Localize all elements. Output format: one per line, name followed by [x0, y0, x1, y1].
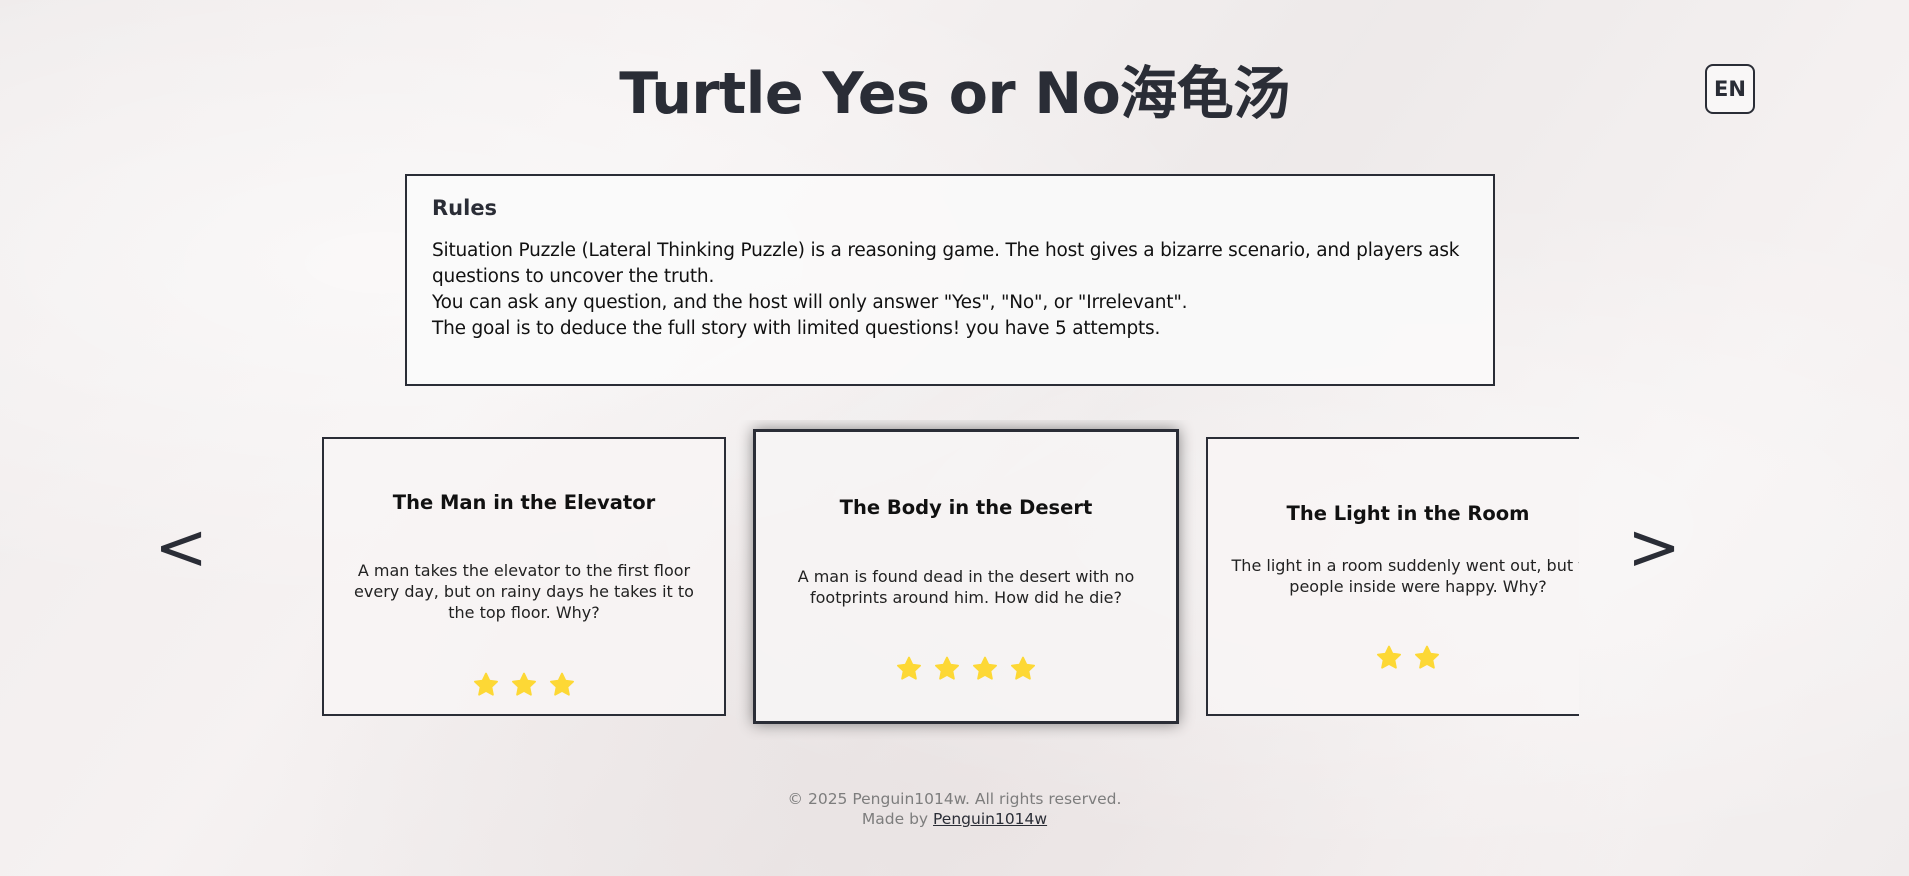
- rules-line: Situation Puzzle (Lateral Thinking Puzzl…: [432, 240, 1460, 287]
- puzzle-card-active[interactable]: The Body in the Desert A man is found de…: [753, 429, 1179, 724]
- puzzle-card[interactable]: The Light in the Room The light in a roo…: [1206, 437, 1579, 716]
- difficulty-stars: [324, 671, 724, 699]
- puzzle-carousel: The Man in the Elevator A man takes the …: [300, 420, 1579, 740]
- difficulty-stars: [1208, 644, 1579, 672]
- star-icon: [473, 672, 499, 696]
- puzzle-card[interactable]: The Man in the Elevator A man takes the …: [322, 437, 726, 716]
- star-icon: [1376, 645, 1402, 669]
- card-description: The light in a room suddenly went out, b…: [1231, 556, 1579, 596]
- rules-line: The goal is to deduce the full story wit…: [432, 318, 1161, 339]
- card-title: The Light in the Room: [1286, 502, 1530, 525]
- star-icon: [549, 672, 575, 696]
- star-icon: [896, 656, 922, 680]
- card-description: A man is found dead in the desert with n…: [797, 567, 1135, 607]
- copyright-text: © 2025 Penguin1014w. All rights reserved…: [787, 790, 1122, 808]
- star-icon: [972, 656, 998, 680]
- card-title: The Body in the Desert: [839, 496, 1093, 519]
- star-icon: [1010, 656, 1036, 680]
- page-title: Turtle Yes or No海龟汤: [619, 61, 1290, 127]
- card-title: The Man in the Elevator: [392, 491, 656, 514]
- difficulty-stars: [756, 655, 1176, 683]
- rules-panel: Rules Situation Puzzle (Lateral Thinking…: [405, 174, 1495, 386]
- carousel-prev-button[interactable]: <: [151, 508, 211, 588]
- made-by-prefix: Made by: [861, 810, 929, 828]
- star-icon: [1414, 645, 1440, 669]
- rules-heading: Rules: [432, 196, 498, 220]
- made-by-line: Made by Penguin1014w: [0, 809, 1909, 829]
- footer: © 2025 Penguin1014w. All rights reserved…: [0, 789, 1909, 829]
- author-link[interactable]: Penguin1014w: [933, 810, 1047, 828]
- star-icon: [934, 656, 960, 680]
- rules-line: You can ask any question, and the host w…: [432, 292, 1188, 313]
- star-icon: [511, 672, 537, 696]
- carousel-next-button[interactable]: >: [1624, 508, 1684, 588]
- card-description: A man takes the elevator to the first fl…: [354, 561, 694, 622]
- language-toggle-button[interactable]: EN: [1705, 64, 1755, 114]
